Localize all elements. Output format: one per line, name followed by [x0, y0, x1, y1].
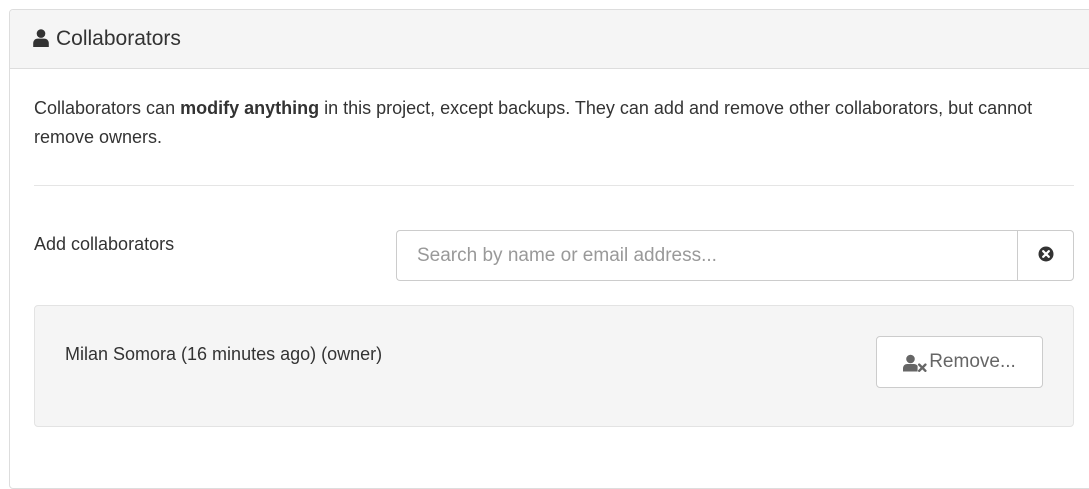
- add-collaborators-label: Add collaborators: [34, 234, 175, 254]
- description-emphasis: modify anything: [180, 98, 320, 118]
- clear-search-button[interactable]: [1017, 230, 1074, 281]
- user-times-icon: [903, 354, 927, 372]
- collaborators-panel: Collaborators Collaborators can modify a…: [9, 9, 1089, 489]
- description-text: Collaborators can: [34, 98, 181, 118]
- collaborator-list-item: Milan Somora (16 minutes ago) (owner) Re…: [34, 305, 1074, 427]
- remove-collaborator-button[interactable]: Remove...: [876, 336, 1043, 388]
- collaborator-name: Milan Somora (16 minutes ago) (owner): [65, 344, 383, 364]
- search-input[interactable]: [396, 230, 1017, 281]
- panel-heading: Collaborators: [10, 10, 1089, 69]
- divider: [34, 185, 1074, 186]
- user-icon: [33, 29, 49, 47]
- search-group: [396, 230, 1074, 281]
- panel-title: Collaborators: [56, 27, 181, 50]
- collaborators-description: Collaborators can modify anything in thi…: [34, 94, 1034, 152]
- remove-button-label: Remove...: [929, 351, 1016, 372]
- times-circle-icon: [1038, 246, 1054, 265]
